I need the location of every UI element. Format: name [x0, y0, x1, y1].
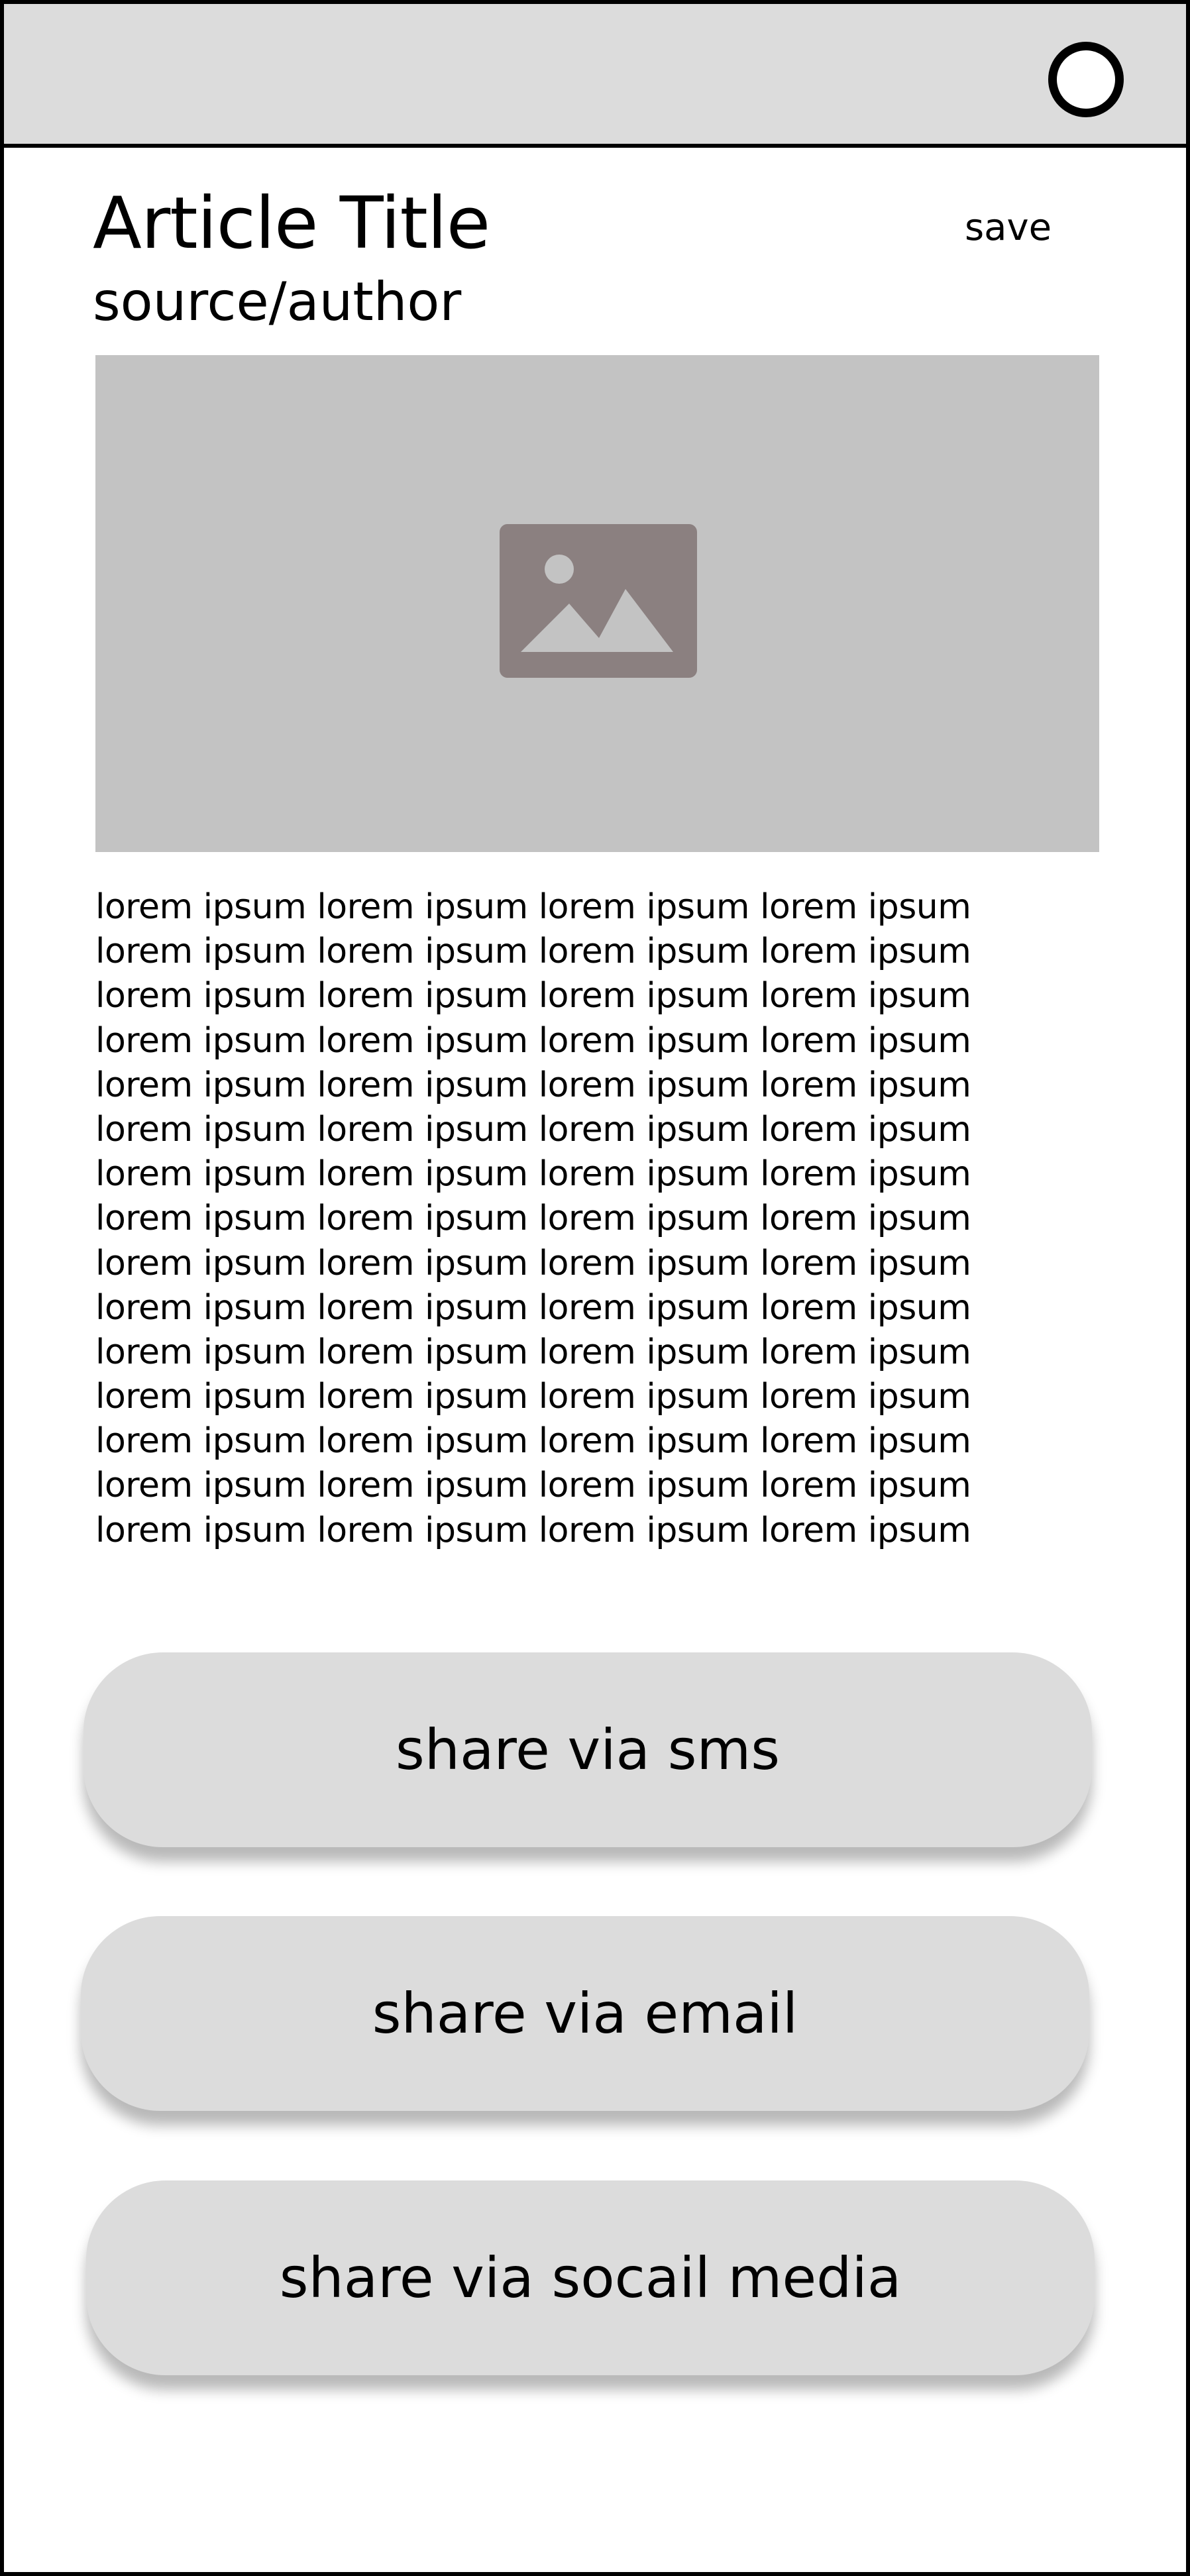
share-email-label: share via email — [372, 1981, 798, 2046]
body-text-line: lorem ipsum lorem ipsum lorem ipsum lore… — [95, 1332, 971, 1372]
body-text-line: lorem ipsum lorem ipsum lorem ipsum lore… — [95, 1466, 971, 1506]
image-placeholder-icon — [500, 524, 697, 678]
body-text-line: lorem ipsum lorem ipsum lorem ipsum lore… — [95, 1421, 971, 1462]
body-text-line: lorem ipsum lorem ipsum lorem ipsum lore… — [95, 1377, 971, 1417]
body-text-line: lorem ipsum lorem ipsum lorem ipsum lore… — [95, 1065, 971, 1105]
save-button[interactable]: save — [965, 209, 1052, 246]
share-social-media-label: share via socail media — [279, 2245, 902, 2310]
body-text-line: lorem ipsum lorem ipsum lorem ipsum lore… — [95, 1154, 971, 1195]
app-frame: Article Title source/author save lorem i… — [0, 0, 1190, 2576]
body-text-line: lorem ipsum lorem ipsum lorem ipsum lore… — [95, 932, 971, 972]
body-text-line: lorem ipsum lorem ipsum lorem ipsum lore… — [95, 976, 971, 1016]
circle-icon[interactable] — [1048, 42, 1124, 117]
body-text-line: lorem ipsum lorem ipsum lorem ipsum lore… — [95, 1020, 971, 1061]
share-sms-label: share via sms — [395, 1717, 781, 1782]
top-bar — [4, 4, 1186, 148]
article-title: Article Title — [93, 182, 490, 265]
share-sms-button[interactable]: share via sms — [83, 1652, 1092, 1847]
body-text-line: lorem ipsum lorem ipsum lorem ipsum lore… — [95, 1199, 971, 1239]
article-image — [95, 355, 1099, 852]
article-body: lorem ipsum lorem ipsum lorem ipsum lore… — [95, 885, 1103, 1553]
body-text-line: lorem ipsum lorem ipsum lorem ipsum lore… — [95, 1243, 971, 1283]
article-source: source/author — [93, 271, 462, 333]
body-text-line: lorem ipsum lorem ipsum lorem ipsum lore… — [95, 1287, 971, 1328]
body-text-line: lorem ipsum lorem ipsum lorem ipsum lore… — [95, 887, 971, 927]
share-email-button[interactable]: share via email — [81, 1916, 1089, 2111]
share-social-media-button[interactable]: share via socail media — [86, 2180, 1095, 2375]
body-text-line: lorem ipsum lorem ipsum lorem ipsum lore… — [95, 1510, 971, 1550]
body-text-line: lorem ipsum lorem ipsum lorem ipsum lore… — [95, 1109, 971, 1150]
